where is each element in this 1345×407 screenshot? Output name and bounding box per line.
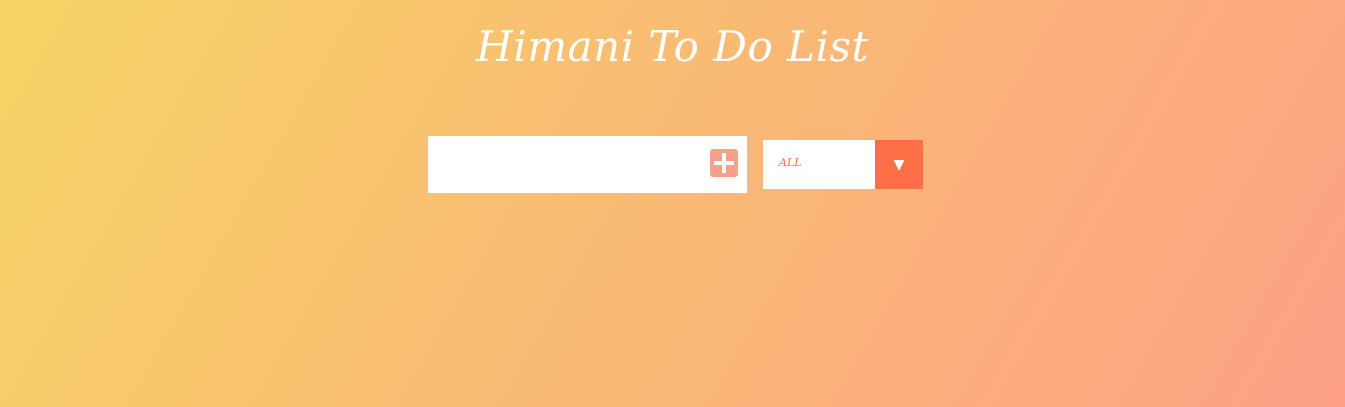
add-todo-button[interactable] [710, 149, 738, 177]
page-title: Himani To Do List [476, 22, 869, 71]
caret-down-icon[interactable]: ▼ [875, 140, 923, 189]
filter-select[interactable]: ALL ▼ [763, 140, 923, 189]
plus-icon [714, 153, 734, 173]
todo-form [428, 136, 747, 193]
todo-input[interactable] [428, 136, 698, 193]
filter-selected-value: ALL [779, 156, 802, 169]
